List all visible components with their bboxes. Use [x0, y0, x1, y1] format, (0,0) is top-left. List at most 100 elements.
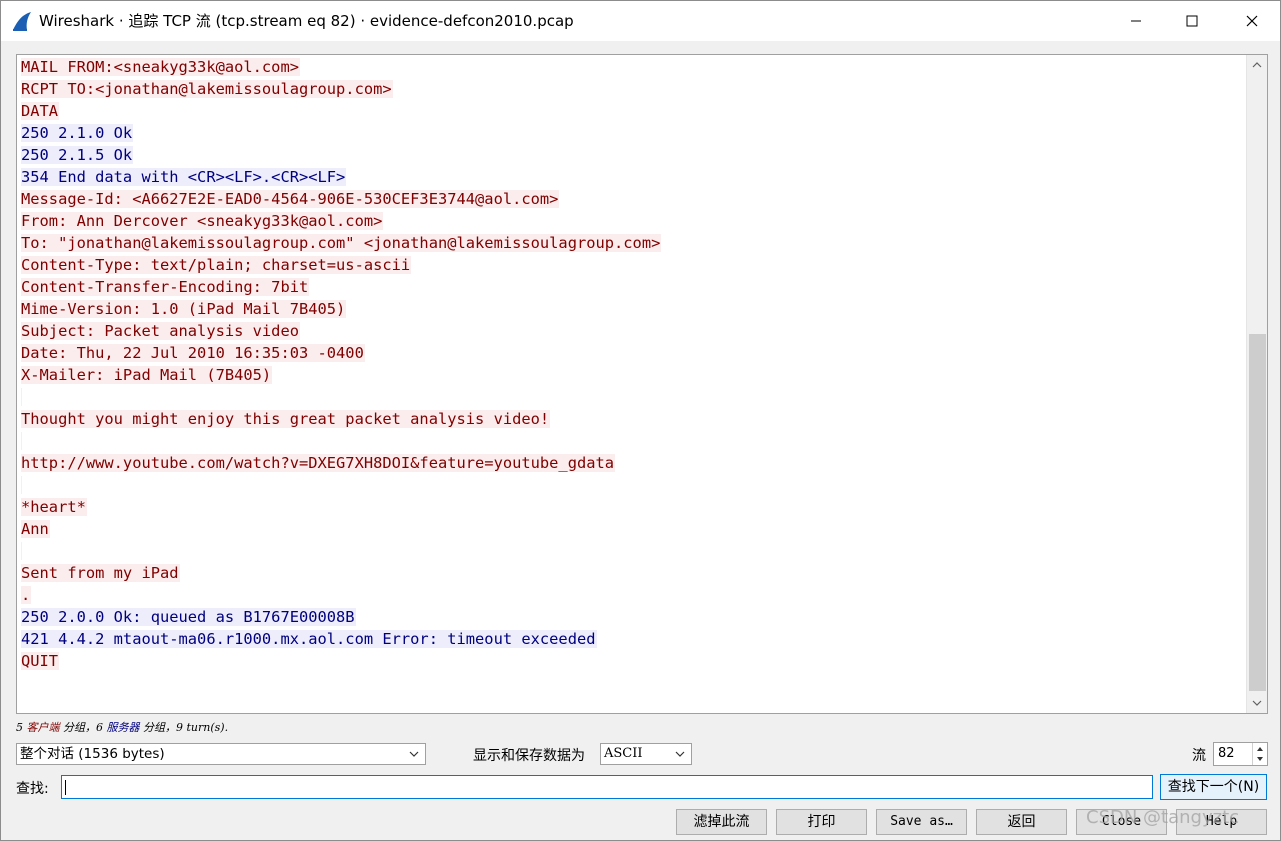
stream-line-text: QUIT — [21, 652, 60, 670]
stream-line: X-Mailer: iPad Mail (7B405) — [21, 364, 1243, 386]
window-title: Wireshark · 追踪 TCP 流 (tcp.stream eq 82) … — [39, 12, 574, 30]
wireshark-fin-icon — [13, 12, 31, 31]
follow-tcp-stream-window: Wireshark · 追踪 TCP 流 (tcp.stream eq 82) … — [0, 0, 1281, 841]
conversation-select-value: 整个对话 (1536 bytes) — [20, 746, 165, 762]
scroll-down-button[interactable] — [1247, 693, 1267, 713]
stream-line — [21, 540, 1243, 562]
stream-line-text: 421 4.4.2 mtaout-ma06.r1000.mx.aol.com E… — [21, 630, 597, 648]
stream-line-text: Mime-Version: 1.0 (iPad Mail 7B405) — [21, 300, 347, 318]
stream-line: MAIL FROM:<sneakyg33k@aol.com> — [21, 56, 1243, 78]
close-icon — [1246, 15, 1258, 27]
stream-line-text: Ann — [21, 520, 50, 538]
stream-line: Message-Id: <A6627E2E-EAD0-4564-906E-530… — [21, 188, 1243, 210]
stream-line: 354 End data with <CR><LF>.<CR><LF> — [21, 166, 1243, 188]
maximize-button[interactable] — [1164, 1, 1220, 41]
title-bar: Wireshark · 追踪 TCP 流 (tcp.stream eq 82) … — [1, 1, 1280, 41]
stream-line-text: http://www.youtube.com/watch?v=DXEG7XH8D… — [21, 454, 616, 472]
find-input[interactable] — [61, 775, 1153, 799]
summary-turns: 分组，9 turn(s). — [139, 721, 229, 734]
stream-number-label: 流 — [1192, 748, 1206, 764]
stream-line-text: To: "jonathan@lakemissoulagroup.com" <jo… — [21, 234, 662, 252]
conversation-select[interactable]: 整个对话 (1536 bytes) — [16, 743, 426, 765]
stream-line: Content-Transfer-Encoding: 7bit — [21, 276, 1243, 298]
stream-line: Date: Thu, 22 Jul 2010 16:35:03 -0400 — [21, 342, 1243, 364]
stream-line: *heart* — [21, 496, 1243, 518]
back-button[interactable]: 返回 — [976, 809, 1067, 835]
stream-line-text: RCPT TO:<jonathan@lakemissoulagroup.com> — [21, 80, 393, 98]
stream-line-text: 354 End data with <CR><LF>.<CR><LF> — [21, 168, 347, 186]
summary-client-count: 5 — [16, 721, 27, 734]
stream-line-text: X-Mailer: iPad Mail (7B405) — [21, 366, 273, 384]
vertical-scrollbar[interactable] — [1246, 55, 1267, 713]
stream-line: Subject: Packet analysis video — [21, 320, 1243, 342]
summary-server-count: 分组，6 — [59, 721, 107, 734]
find-label: 查找: — [16, 781, 49, 797]
print-button[interactable]: 打印 — [776, 809, 867, 835]
stream-line: QUIT — [21, 650, 1243, 672]
chevron-down-icon — [409, 751, 419, 757]
stream-line: DATA — [21, 100, 1243, 122]
scrollbar-thumb[interactable] — [1249, 334, 1266, 691]
stream-line-text: 250 2.1.0 Ok — [21, 124, 134, 142]
stream-line-text: Thought you might enjoy this great packe… — [21, 410, 551, 428]
spin-up-icon[interactable] — [1253, 743, 1267, 754]
close-window-button[interactable] — [1224, 1, 1280, 41]
save-as-button[interactable]: Save as… — [876, 809, 967, 835]
maximize-icon — [1186, 15, 1198, 27]
stream-line: Thought you might enjoy this great packe… — [21, 408, 1243, 430]
minimize-icon — [1131, 20, 1141, 22]
stream-line: From: Ann Dercover <sneakyg33k@aol.com> — [21, 210, 1243, 232]
minimize-button[interactable] — [1108, 1, 1164, 41]
stream-line-text — [21, 432, 22, 450]
stream-line: . — [21, 584, 1243, 606]
stream-line: Sent from my iPad — [21, 562, 1243, 584]
stream-line: 250 2.1.5 Ok — [21, 144, 1243, 166]
stream-line: 250 2.0.0 Ok: queued as B1767E00008B — [21, 606, 1243, 628]
stream-line-text: Date: Thu, 22 Jul 2010 16:35:03 -0400 — [21, 344, 365, 362]
summary-server-word: 服务器 — [106, 721, 140, 734]
show-save-label: 显示和保存数据为 — [473, 748, 585, 764]
stream-line — [21, 386, 1243, 408]
stream-text-view[interactable]: MAIL FROM:<sneakyg33k@aol.com> RCPT TO:<j… — [16, 54, 1268, 714]
stream-line-text: From: Ann Dercover <sneakyg33k@aol.com> — [21, 212, 384, 230]
stream-line-text: 250 2.0.0 Ok: queued as B1767E00008B — [21, 608, 356, 626]
spin-down-icon[interactable] — [1253, 754, 1267, 765]
stream-line-text: Sent from my iPad — [21, 564, 180, 582]
stream-content: MAIL FROM:<sneakyg33k@aol.com> RCPT TO:<j… — [21, 56, 1243, 672]
stream-line: 421 4.4.2 mtaout-ma06.r1000.mx.aol.com E… — [21, 628, 1243, 650]
data-format-value: ASCII — [604, 746, 643, 761]
stream-line: Ann — [21, 518, 1243, 540]
stream-line-text: Subject: Packet analysis video — [21, 322, 300, 340]
stream-line: Mime-Version: 1.0 (iPad Mail 7B405) — [21, 298, 1243, 320]
stream-line-text: MAIL FROM:<sneakyg33k@aol.com> — [21, 58, 300, 76]
stream-line: http://www.youtube.com/watch?v=DXEG7XH8D… — [21, 452, 1243, 474]
stream-line: To: "jonathan@lakemissoulagroup.com" <jo… — [21, 232, 1243, 254]
find-next-button[interactable]: 查找下一个(N) — [1160, 774, 1267, 800]
summary-client-word: 客户端 — [26, 721, 60, 734]
stream-line-text — [21, 476, 22, 494]
stream-line-text: DATA — [21, 102, 60, 120]
chevron-down-icon — [1252, 700, 1262, 706]
stream-number-spinbox[interactable]: 82 — [1213, 742, 1268, 766]
stream-line-text: *heart* — [21, 498, 87, 516]
stream-line-text: Message-Id: <A6627E2E-EAD0-4564-906E-530… — [21, 190, 560, 208]
stream-line-text — [21, 388, 22, 406]
chevron-down-icon — [675, 751, 685, 757]
stream-line: 250 2.1.0 Ok — [21, 122, 1243, 144]
spin-buttons[interactable] — [1252, 743, 1267, 765]
stream-line — [21, 430, 1243, 452]
chevron-up-icon — [1252, 62, 1262, 68]
filter-out-stream-button[interactable]: 滤掉此流 — [676, 809, 767, 835]
stream-line-text: Content-Transfer-Encoding: 7bit — [21, 278, 310, 296]
stream-line — [21, 474, 1243, 496]
stream-line: RCPT TO:<jonathan@lakemissoulagroup.com> — [21, 78, 1243, 100]
stream-line-text: . — [21, 586, 32, 604]
data-format-select[interactable]: ASCII — [600, 743, 692, 765]
stream-summary: 5 客户端 分组，6 服务器 分组，9 turn(s). — [16, 719, 228, 735]
stream-line: Content-Type: text/plain; charset=us-asc… — [21, 254, 1243, 276]
watermark-text: CSDN @tangyztc — [1086, 807, 1240, 828]
stream-line-text — [21, 542, 22, 560]
stream-line-text: Content-Type: text/plain; charset=us-asc… — [21, 256, 412, 274]
text-caret — [65, 780, 66, 795]
scroll-up-button[interactable] — [1247, 55, 1267, 75]
